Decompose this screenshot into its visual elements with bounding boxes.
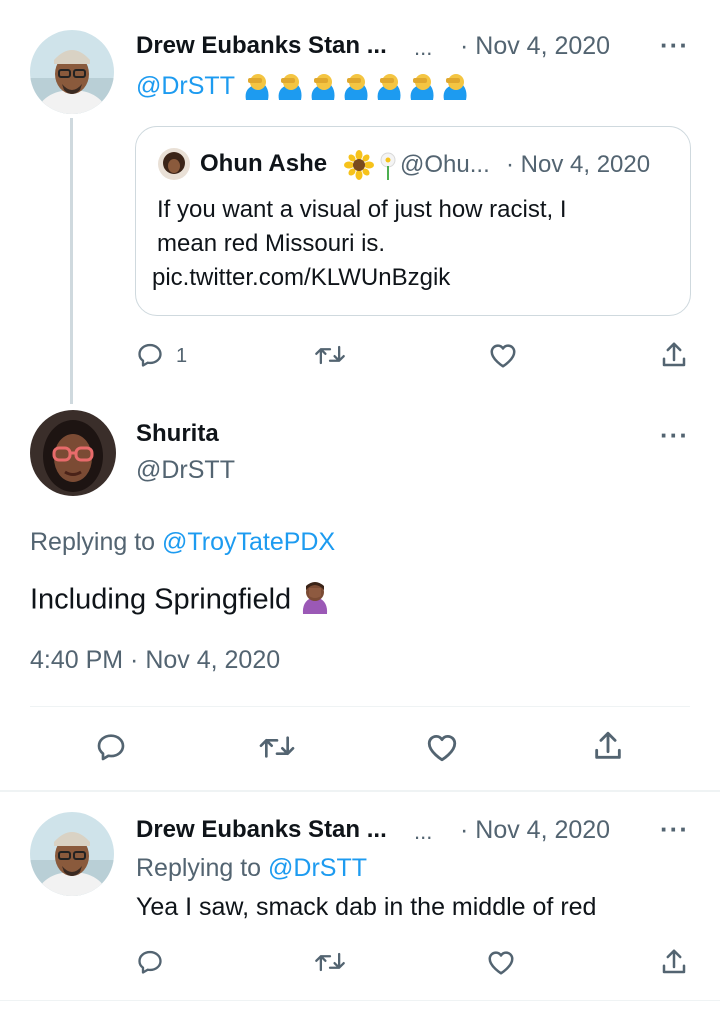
quote-avatar <box>158 148 190 180</box>
avatar[interactable] <box>30 410 116 496</box>
name-overflow: ... <box>414 35 433 60</box>
handle[interactable]: @DrSTT <box>136 72 235 101</box>
share-icon[interactable] <box>660 340 688 370</box>
reply-icon[interactable] <box>136 341 164 369</box>
replying-to-link[interactable]: @DrSTT <box>268 854 367 882</box>
heart-icon[interactable] <box>488 341 518 369</box>
reply-icon[interactable] <box>136 948 164 976</box>
more-icon[interactable]: ··· <box>660 30 689 61</box>
replying-to: Replying to @DrSTT <box>136 854 367 883</box>
quote-display-name: Ohun Ashe <box>200 150 328 177</box>
display-name[interactable]: Drew Eubanks Stan ... <box>136 32 387 60</box>
retweet-icon[interactable] <box>314 948 346 976</box>
quote-text-line: If you want a visual of just how racist,… <box>157 196 567 223</box>
quote-date: · Nov 4, 2020 <box>506 151 651 178</box>
tweet-text: Yea I saw, smack dab in the middle of re… <box>136 893 597 921</box>
more-icon[interactable]: ··· <box>660 814 689 845</box>
quote-link[interactable]: pic.twitter.com/KLWUnBzgik <box>152 264 450 292</box>
share-icon[interactable] <box>660 947 688 977</box>
tweet-date[interactable]: · Nov 4, 2020 <box>460 32 610 61</box>
tweet-text: Including Springfield <box>30 580 331 622</box>
quote-handle: @Ohu... <box>400 151 490 178</box>
handle[interactable]: @DrSTT <box>136 456 235 485</box>
display-name[interactable]: Drew Eubanks Stan ... <box>136 816 387 844</box>
retweet-icon[interactable] <box>258 731 296 763</box>
replying-to-link[interactable]: @TroyTatePDX <box>162 528 335 556</box>
thread-line <box>70 118 73 404</box>
replying-to: Replying to @TroyTatePDX <box>30 528 335 557</box>
facepalm-icon <box>299 580 331 622</box>
name-overflow: ... <box>414 819 433 844</box>
divider <box>30 706 690 707</box>
tweet-timestamp[interactable]: 4:40 PM · Nov 4, 2020 <box>30 646 280 675</box>
avatar[interactable] <box>30 30 114 114</box>
emoji-row <box>242 72 478 102</box>
share-icon[interactable] <box>592 729 624 763</box>
reply-icon[interactable] <box>95 731 127 763</box>
reply-count: 1 <box>176 345 188 367</box>
replying-prefix: Replying to <box>136 854 269 882</box>
tweet-text-content: Including Springfield <box>30 583 292 616</box>
heart-icon[interactable] <box>486 948 516 976</box>
quote-text-line: mean red Missouri is. <box>157 230 386 257</box>
tweet-date[interactable]: · Nov 4, 2020 <box>460 816 610 845</box>
display-name[interactable]: Shurita <box>136 420 219 448</box>
flower-icon <box>377 152 399 185</box>
heart-icon[interactable] <box>425 731 459 763</box>
divider <box>0 790 720 792</box>
more-icon[interactable]: ··· <box>660 420 689 451</box>
retweet-icon[interactable] <box>314 341 346 369</box>
replying-prefix: Replying to <box>30 528 163 556</box>
avatar[interactable] <box>30 812 114 896</box>
divider <box>0 1000 720 1001</box>
sunflower-icon <box>344 150 374 185</box>
